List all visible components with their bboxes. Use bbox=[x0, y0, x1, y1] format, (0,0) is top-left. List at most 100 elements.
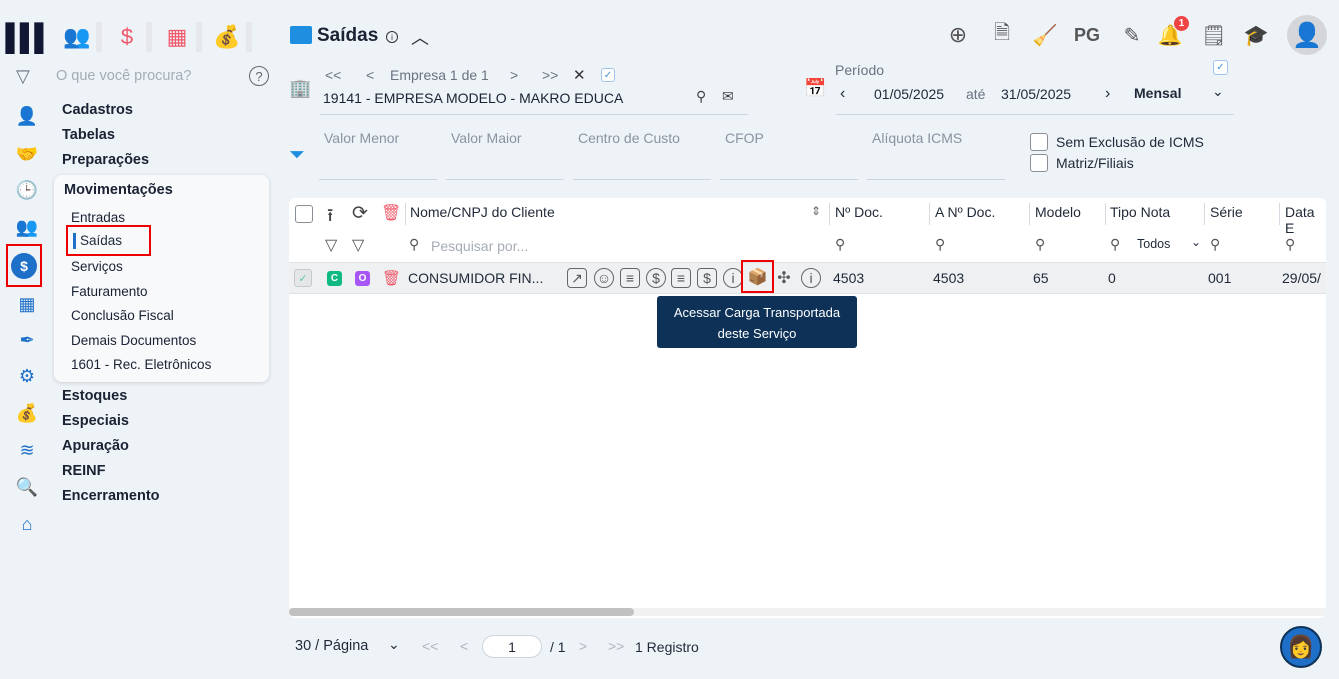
date-from[interactable]: 01/05/2025 bbox=[874, 86, 944, 102]
dollar-icon[interactable]: $ bbox=[108, 22, 152, 52]
matriz-filiais-checkbox[interactable] bbox=[1030, 154, 1048, 172]
info-icon[interactable]: i bbox=[801, 268, 821, 288]
filter-icon[interactable]: ▽ bbox=[16, 66, 30, 87]
dollar-circle-icon[interactable]: $ bbox=[6, 244, 42, 287]
menu-apuracao[interactable]: Apuração bbox=[62, 438, 129, 454]
edit-icon[interactable]: ✎ bbox=[1119, 22, 1145, 48]
aliquota-icms-field[interactable]: Alíquota ICMS bbox=[867, 130, 1005, 180]
table-row[interactable]: ✓ C O 🗑 CONSUMIDOR FIN... ↗ ☺ ≡ $ ≡ $ i … bbox=[289, 260, 1326, 294]
menu-estoques[interactable]: Estoques bbox=[62, 388, 127, 404]
collapse-icon[interactable]: ︿ bbox=[411, 24, 429, 50]
user-gear-icon[interactable]: 👤 bbox=[14, 103, 40, 129]
company-field[interactable]: 19141 - EMPRESA MODELO - MAKRO EDUCA ⚲ ✉ bbox=[320, 73, 748, 115]
menu-movimentacoes[interactable]: Movimentações bbox=[64, 182, 173, 198]
sem-exclusao-checkbox[interactable] bbox=[1030, 133, 1048, 151]
submenu-rec-eletronicos[interactable]: 1601 - Rec. Eletrônicos bbox=[71, 357, 211, 372]
chevron-down-icon[interactable]: ⌄ bbox=[388, 636, 400, 653]
cfop-field[interactable]: CFOP bbox=[720, 130, 858, 180]
trash-icon[interactable]: 🗑 bbox=[381, 203, 401, 223]
col-serie[interactable]: Série bbox=[1210, 204, 1243, 220]
money-bag-icon[interactable]: 💰 bbox=[208, 22, 252, 52]
modelo-search-icon[interactable]: ⚲ bbox=[1035, 236, 1045, 253]
export-icon[interactable]: ⭱ bbox=[327, 203, 333, 233]
horizontal-scrollbar[interactable] bbox=[289, 608, 1326, 616]
tipo-nota-select[interactable]: Todos bbox=[1137, 237, 1170, 251]
assistant-avatar[interactable]: 👩 bbox=[1280, 626, 1322, 668]
tipo-search-icon[interactable]: ⚲ bbox=[1110, 236, 1120, 253]
graduation-cap-icon[interactable]: 🎓 bbox=[1243, 22, 1269, 48]
next-page-button[interactable]: > bbox=[579, 638, 587, 654]
users-icon[interactable]: 👥 bbox=[14, 214, 40, 240]
menu-especiais[interactable]: Especiais bbox=[62, 413, 129, 429]
refresh-icon[interactable]: ⟳ bbox=[352, 202, 368, 225]
andoc-search-icon[interactable]: ⚲ bbox=[935, 236, 945, 253]
pg-button[interactable]: PG bbox=[1074, 22, 1100, 48]
valor-menor-field[interactable]: Valor Menor bbox=[319, 130, 437, 180]
period-mode-select[interactable]: Mensal bbox=[1134, 85, 1181, 101]
col-ndoc[interactable]: Nº Doc. bbox=[835, 204, 883, 220]
submenu-entradas[interactable]: Entradas bbox=[71, 210, 125, 225]
network-icon[interactable]: ⚙ bbox=[14, 363, 40, 389]
period-checkbox[interactable]: ✓ bbox=[1213, 60, 1228, 75]
search-icon[interactable]: 🔍 bbox=[14, 474, 40, 500]
col-nome[interactable]: Nome/CNPJ do Cliente bbox=[410, 204, 555, 220]
submenu-faturamento[interactable]: Faturamento bbox=[71, 284, 148, 299]
info-icon[interactable]: i bbox=[723, 268, 743, 288]
clock-icon[interactable]: 🕒 bbox=[14, 177, 40, 203]
date-to[interactable]: 31/05/2025 bbox=[1001, 86, 1071, 102]
receipt-icon[interactable]: $ bbox=[697, 268, 717, 288]
plus-circle-icon[interactable]: ⊕ bbox=[945, 22, 971, 48]
puzzle-icon[interactable]: ✣ bbox=[774, 268, 794, 288]
open-external-icon[interactable]: ↗ bbox=[567, 268, 587, 288]
row-trash-icon[interactable]: 🗑 bbox=[382, 269, 401, 287]
menu-reinf[interactable]: REINF bbox=[62, 463, 106, 479]
head-gear-icon[interactable]: ☺ bbox=[594, 268, 614, 288]
report-search-icon[interactable]: 🗒 bbox=[1201, 22, 1227, 48]
sort-icon[interactable]: ⇕ bbox=[811, 204, 821, 218]
users-icon[interactable]: 👥 bbox=[58, 22, 102, 52]
submenu-servicos[interactable]: Serviços bbox=[71, 259, 123, 274]
info-icon[interactable]: i bbox=[386, 31, 398, 43]
menu-search-input[interactable]: O que você procura? bbox=[56, 68, 191, 84]
chevron-down-icon[interactable]: ⌄ bbox=[1191, 235, 1201, 249]
search-icon[interactable]: ⚲ bbox=[696, 88, 706, 105]
first-page-button[interactable]: << bbox=[422, 638, 438, 654]
calculator-icon[interactable]: ▦ bbox=[14, 291, 40, 317]
money-bag-icon[interactable]: $ bbox=[646, 268, 666, 288]
centro-custo-field[interactable]: Centro de Custo bbox=[573, 130, 711, 180]
funnel-icon[interactable]: ⏷ bbox=[289, 144, 305, 167]
calculator-icon[interactable]: ▦ bbox=[158, 22, 202, 52]
last-page-button[interactable]: >> bbox=[608, 638, 624, 654]
filter-icon[interactable]: ▽ bbox=[325, 235, 337, 255]
serie-search-icon[interactable]: ⚲ bbox=[1210, 236, 1220, 253]
scrollbar-thumb[interactable] bbox=[289, 608, 634, 616]
pen-icon[interactable]: ✒ bbox=[14, 327, 40, 353]
handshake-icon[interactable]: 🤝 bbox=[14, 141, 40, 167]
row-checkbox[interactable]: ✓ bbox=[294, 269, 312, 287]
next-period-button[interactable]: › bbox=[1105, 85, 1110, 103]
valor-maior-field[interactable]: Valor Maior bbox=[446, 130, 564, 180]
name-search-input[interactable]: Pesquisar por... bbox=[431, 238, 528, 254]
filter-clear-icon[interactable]: ▽ bbox=[352, 235, 364, 255]
col-andoc[interactable]: A Nº Doc. bbox=[935, 204, 995, 220]
document-icon[interactable]: 🗎 bbox=[989, 22, 1015, 48]
cargo-box-icon[interactable]: 📦 bbox=[741, 260, 774, 293]
select-all-checkbox[interactable] bbox=[295, 205, 313, 223]
document-lines-icon[interactable]: ≡ bbox=[671, 268, 691, 288]
avatar[interactable]: 👤 bbox=[1287, 15, 1327, 55]
certificate-icon[interactable]: ≡ bbox=[620, 268, 640, 288]
col-modelo[interactable]: Modelo bbox=[1035, 204, 1081, 220]
submenu-saidas[interactable]: Saídas bbox=[66, 225, 151, 256]
page-input[interactable]: 1 bbox=[482, 635, 542, 658]
period-field[interactable]: ‹ 01/05/2025 até 31/05/2025 › Mensal ⌄ bbox=[836, 73, 1234, 115]
submenu-demais-documentos[interactable]: Demais Documentos bbox=[71, 333, 196, 348]
menu-preparacoes[interactable]: Preparações bbox=[62, 152, 149, 168]
col-data[interactable]: Data E bbox=[1285, 204, 1326, 236]
col-tipo-nota[interactable]: Tipo Nota bbox=[1110, 204, 1170, 220]
ndoc-search-icon[interactable]: ⚲ bbox=[835, 236, 845, 253]
menu-encerramento[interactable]: Encerramento bbox=[62, 488, 160, 504]
money-bag-icon[interactable]: 💰 bbox=[14, 400, 40, 426]
prev-page-button[interactable]: < bbox=[460, 638, 468, 654]
broom-icon[interactable]: 🧹 bbox=[1032, 22, 1058, 48]
prev-period-button[interactable]: ‹ bbox=[840, 85, 845, 103]
